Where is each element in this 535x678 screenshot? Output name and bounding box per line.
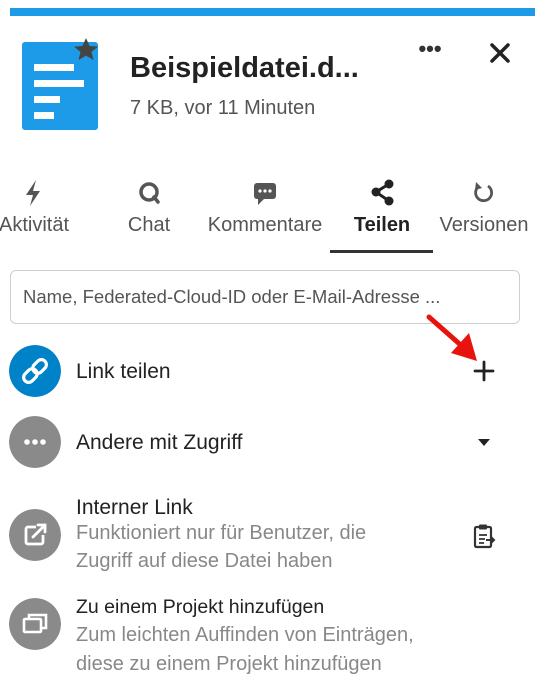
tab-teilen[interactable]: Teilen xyxy=(340,178,424,256)
add-to-project-description-line2: diese zu einem Projekt hinzufügen xyxy=(76,653,382,675)
tab-label: Kommentare xyxy=(207,214,323,236)
link-icon xyxy=(9,345,61,397)
caret-down-icon[interactable] xyxy=(476,436,492,448)
bolt-icon xyxy=(26,180,40,206)
internal-link-description-line1: Funktioniert nur für Benutzer, die xyxy=(76,522,367,544)
project-icon xyxy=(9,598,61,650)
share-icon xyxy=(371,179,394,206)
add-to-project-row[interactable]: Zu einem Projekt hinzufügen Zum leichten… xyxy=(0,593,535,676)
document-icon xyxy=(22,38,98,130)
share-link-label: Link teilen xyxy=(76,360,171,383)
add-to-project-description-line1: Zum leichten Auffinden von Einträgen, xyxy=(76,624,414,646)
tab-label: Chat xyxy=(127,214,171,236)
more-options-button[interactable]: ••• xyxy=(415,38,445,64)
sidebar-tabs: Aktivität Chat Kommentare Teilen Version… xyxy=(0,178,535,256)
external-link-icon xyxy=(9,509,61,561)
internal-link-row: Interner Link Funktioniert nur für Benut… xyxy=(0,493,535,583)
tab-aktivitaet[interactable]: Aktivität xyxy=(0,178,82,256)
tab-label: Aktivität xyxy=(0,214,70,236)
annotation-arrow-icon xyxy=(426,314,477,361)
close-icon[interactable] xyxy=(483,36,517,70)
comment-icon xyxy=(254,183,276,205)
chat-icon xyxy=(139,182,160,204)
others-with-access-row[interactable]: Andere mit Zugriff xyxy=(0,416,535,472)
tab-label: Teilen xyxy=(353,214,411,236)
tab-kommentare[interactable]: Kommentare xyxy=(200,178,330,256)
file-meta: 7 KB, vor 11 Minuten xyxy=(130,97,316,119)
top-accent-bar xyxy=(10,8,535,16)
file-title: Beispieldatei.d... xyxy=(130,52,359,84)
internal-link-label: Interner Link xyxy=(76,496,193,519)
add-to-project-label: Zu einem Projekt hinzufügen xyxy=(76,596,325,618)
tab-chat[interactable]: Chat xyxy=(116,178,182,256)
tab-versionen[interactable]: Versionen xyxy=(432,178,535,256)
more-icon xyxy=(9,416,61,468)
active-tab-indicator xyxy=(330,250,433,253)
others-with-access-label: Andere mit Zugriff xyxy=(76,431,243,454)
internal-link-description-line2: Zugriff auf diese Datei haben xyxy=(76,550,333,572)
tab-label: Versionen xyxy=(439,214,529,236)
history-icon xyxy=(474,182,493,203)
clipboard-icon[interactable] xyxy=(472,523,496,549)
